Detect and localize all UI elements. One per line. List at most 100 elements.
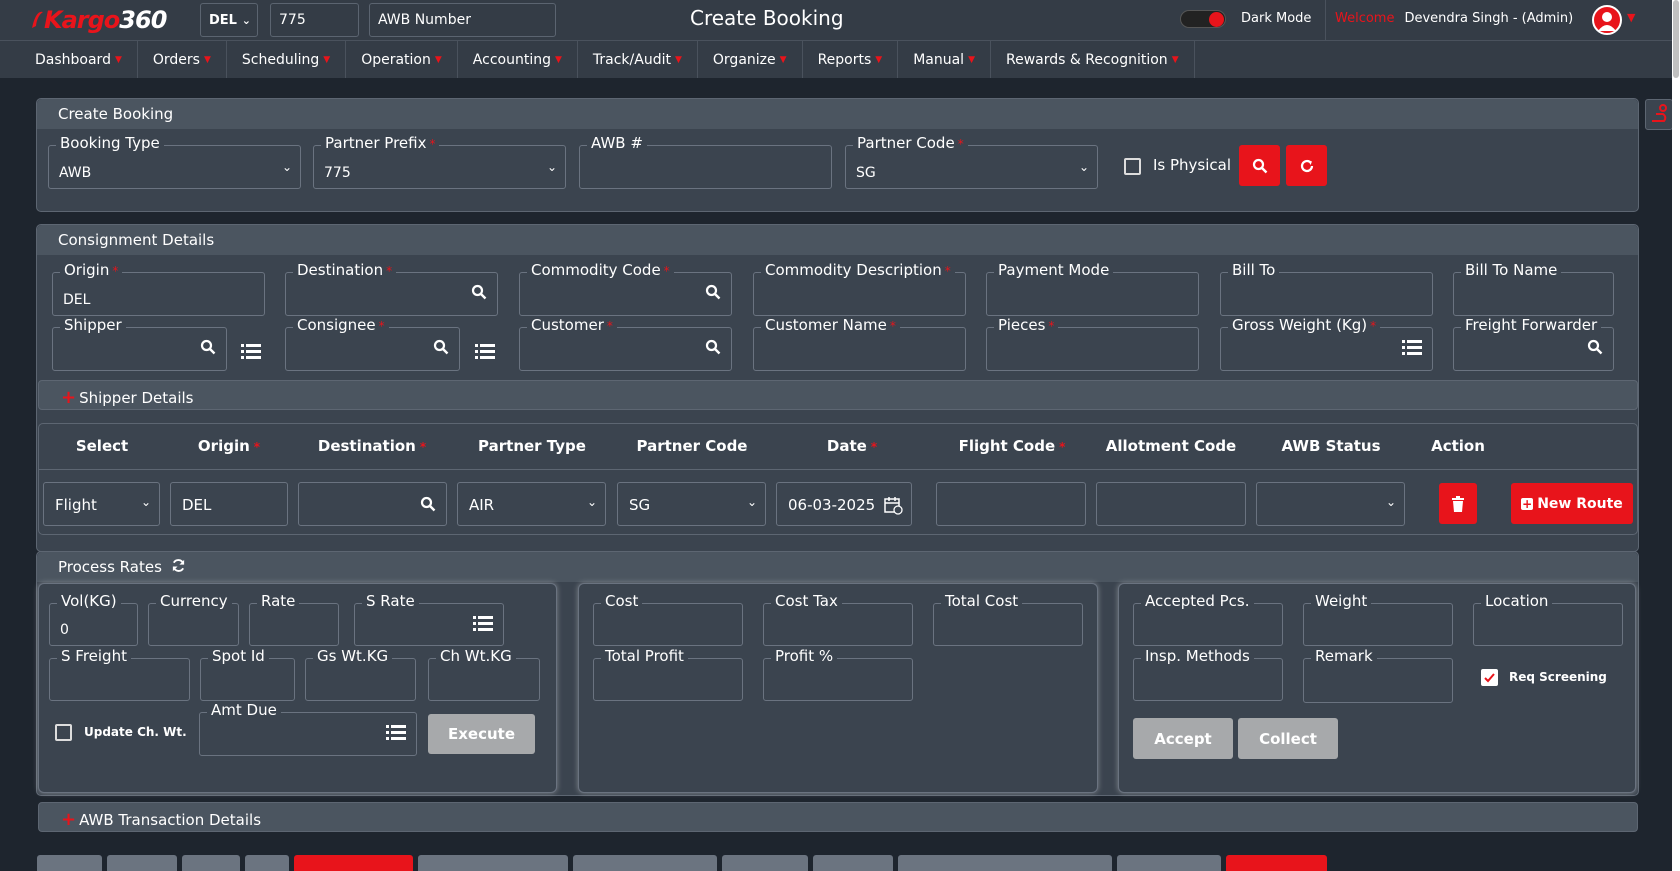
bottom-action-button[interactable] <box>573 855 717 871</box>
route-select-dropdown[interactable]: Flight ⌄ <box>43 482 160 526</box>
route-date-input[interactable]: 06-03-2025 <box>776 482 912 526</box>
amt-due-input[interactable]: Amt Due <box>199 701 417 756</box>
nav-reports[interactable]: Reports ▼ <box>803 41 899 78</box>
bottom-action-button[interactable] <box>1226 855 1327 871</box>
prefix-input[interactable]: 775 <box>270 3 359 37</box>
rate-input[interactable]: Rate <box>249 592 339 646</box>
delete-route-button[interactable] <box>1439 483 1477 524</box>
side-action-button[interactable] <box>1645 99 1673 130</box>
spot-id-input[interactable]: Spot Id <box>200 647 295 701</box>
total-cost-input[interactable]: Total Cost <box>933 592 1083 646</box>
payment-mode-input[interactable]: Payment Mode <box>986 261 1199 316</box>
search-icon[interactable] <box>471 284 487 304</box>
route-origin-input[interactable]: DEL <box>170 482 288 526</box>
freight-forwarder-input[interactable]: Freight Forwarder <box>1453 316 1614 371</box>
execute-button[interactable]: Execute <box>428 714 535 754</box>
nav-track-audit[interactable]: Track/Audit ▼ <box>578 41 698 78</box>
refresh-icon[interactable] <box>171 558 186 577</box>
shipper-details-toggle[interactable]: + Shipper Details <box>38 380 1638 410</box>
route-flight-code-input[interactable] <box>936 482 1086 526</box>
bottom-action-button[interactable] <box>898 855 1112 871</box>
bottom-action-button[interactable] <box>418 855 568 871</box>
user-menu-chevron-icon[interactable]: ▼ <box>1627 11 1635 24</box>
bottom-action-button[interactable] <box>245 855 289 871</box>
s-rate-input[interactable]: S Rate <box>354 592 504 646</box>
gs-wt-input[interactable]: Gs Wt.KG <box>305 647 416 701</box>
nav-manual[interactable]: Manual ▼ <box>898 41 991 78</box>
bill-to-input[interactable]: Bill To <box>1220 261 1433 316</box>
search-icon[interactable] <box>705 284 721 304</box>
route-partner-code-select[interactable]: SG ⌄ <box>617 482 766 526</box>
commodity-description-input[interactable]: Commodity Description * <box>753 261 966 316</box>
booking-type-select[interactable]: Booking Type AWB ⌄ <box>48 134 301 189</box>
new-route-button[interactable]: + New Route <box>1511 483 1633 524</box>
profit-percent-input[interactable]: Profit % <box>763 647 913 701</box>
bottom-action-button[interactable] <box>182 855 240 871</box>
ch-wt-input[interactable]: Ch Wt.KG <box>428 647 540 701</box>
nav-accounting[interactable]: Accounting ▼ <box>458 41 578 78</box>
awb-input[interactable]: AWB # <box>579 134 832 189</box>
nav-organize[interactable]: Organize ▼ <box>698 41 803 78</box>
dark-mode-toggle[interactable] <box>1180 10 1226 28</box>
app-logo[interactable]: Kargo 360 <box>30 2 167 38</box>
total-profit-input[interactable]: Total Profit <box>593 647 743 701</box>
search-icon[interactable] <box>705 339 721 359</box>
awb-number-input[interactable]: AWB Number <box>369 3 556 37</box>
page-scrollbar[interactable] <box>1672 0 1680 871</box>
partner-prefix-select[interactable]: Partner Prefix * 775 ⌄ <box>313 134 566 189</box>
list-icon[interactable] <box>473 615 493 635</box>
route-partner-type-select[interactable]: AIR ⌄ <box>457 482 606 526</box>
s-freight-input[interactable]: S Freight <box>49 647 190 701</box>
pieces-input[interactable]: Pieces * <box>986 316 1199 371</box>
route-destination-input[interactable] <box>298 482 447 526</box>
vol-kg-input[interactable]: Vol(KG) 0 <box>49 592 138 646</box>
collect-button[interactable]: Collect <box>1238 718 1338 759</box>
bill-to-name-input[interactable]: Bill To Name <box>1453 261 1614 316</box>
remark-input[interactable]: Remark <box>1303 647 1453 703</box>
nav-rewards[interactable]: Rewards & Recognition ▼ <box>991 41 1195 78</box>
gross-weight-input[interactable]: Gross Weight (Kg) * <box>1220 316 1433 371</box>
accepted-pcs-input[interactable]: Accepted Pcs. <box>1133 592 1283 646</box>
search-button[interactable] <box>1239 145 1280 186</box>
calendar-icon[interactable] <box>883 495 903 519</box>
bottom-action-button[interactable] <box>107 855 177 871</box>
nav-operation[interactable]: Operation ▼ <box>346 41 458 78</box>
awb-transaction-toggle[interactable]: + AWB Transaction Details <box>38 802 1638 832</box>
bottom-action-button[interactable] <box>722 855 808 871</box>
reset-button[interactable] <box>1286 145 1327 186</box>
is-physical-checkbox[interactable] <box>1124 158 1141 175</box>
list-icon[interactable] <box>386 724 406 744</box>
search-icon[interactable] <box>200 339 216 359</box>
customer-name-input[interactable]: Customer Name * <box>753 316 966 371</box>
currency-input[interactable]: Currency <box>148 592 239 646</box>
search-icon[interactable] <box>433 339 449 359</box>
weight-input[interactable]: Weight <box>1303 592 1453 646</box>
user-avatar[interactable] <box>1592 5 1622 35</box>
consignee-input[interactable]: Consignee * <box>285 316 460 371</box>
partner-code-select[interactable]: Partner Code * SG ⌄ <box>845 134 1098 189</box>
route-awb-status-select[interactable]: ⌄ <box>1256 482 1405 526</box>
update-ch-wt-checkbox[interactable] <box>55 724 72 741</box>
nav-dashboard[interactable]: Dashboard ▼ <box>20 41 138 78</box>
scrollbar-thumb[interactable] <box>1673 0 1679 78</box>
bottom-action-button[interactable] <box>813 855 893 871</box>
consignee-list-icon[interactable] <box>475 343 495 363</box>
list-icon[interactable] <box>1402 339 1422 359</box>
shipper-input[interactable]: Shipper <box>52 316 227 371</box>
route-allotment-code-input[interactable] <box>1096 482 1246 526</box>
search-icon[interactable] <box>420 496 436 516</box>
cost-tax-input[interactable]: Cost Tax <box>763 592 913 646</box>
accept-button[interactable]: Accept <box>1133 718 1233 759</box>
shipper-list-icon[interactable] <box>241 343 261 363</box>
customer-input[interactable]: Customer * <box>519 316 732 371</box>
station-select[interactable]: DEL ⌄ <box>200 3 258 37</box>
nav-orders[interactable]: Orders ▼ <box>138 41 227 78</box>
search-icon[interactable] <box>1587 339 1603 359</box>
origin-input[interactable]: Origin * DEL <box>52 261 265 316</box>
bottom-action-button[interactable] <box>37 855 102 871</box>
bottom-action-button[interactable] <box>1117 855 1221 871</box>
bottom-action-button[interactable] <box>294 855 413 871</box>
location-input[interactable]: Location <box>1473 592 1623 646</box>
destination-input[interactable]: Destination * <box>285 261 498 316</box>
req-screening-checkbox[interactable] <box>1481 669 1498 686</box>
